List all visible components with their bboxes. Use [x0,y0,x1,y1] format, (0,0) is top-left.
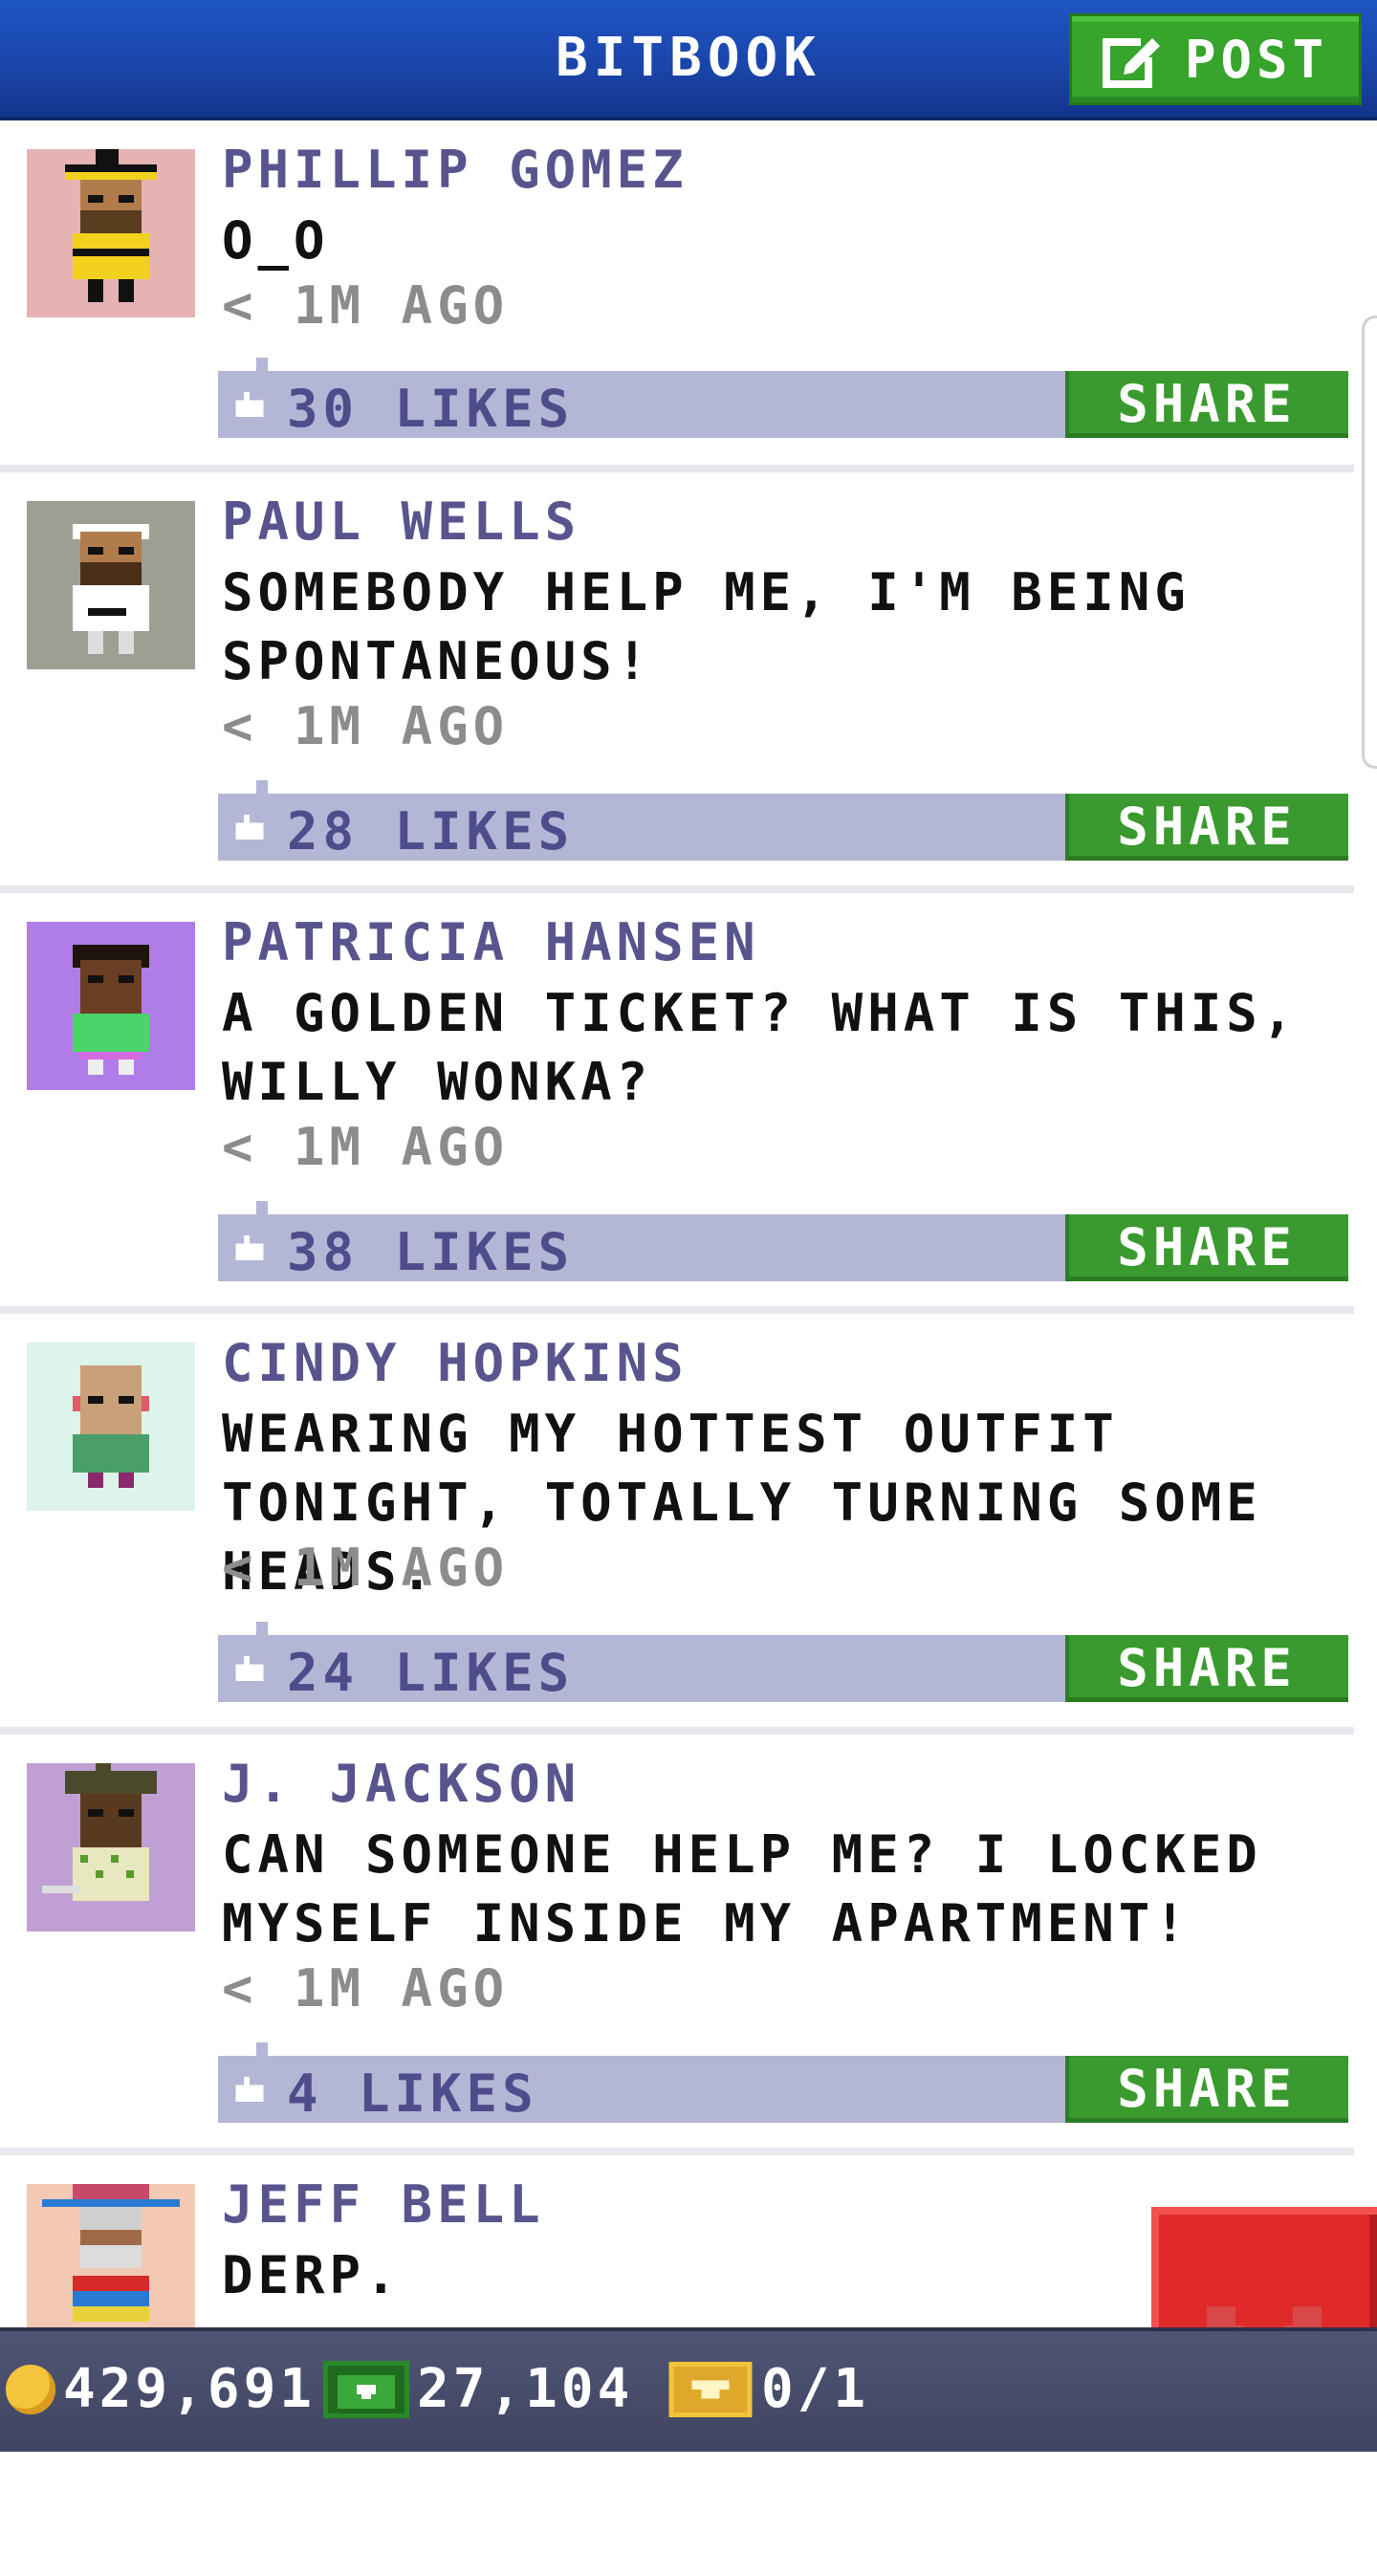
avatar[interactable] [27,1763,195,1932]
post-message: SOMEBODY HELP ME, I'M BEING SPONTANEOUS! [222,562,1191,691]
author-name[interactable]: CINDY HOPKINS [222,1333,688,1393]
coin-icon [6,2364,55,2414]
bux-value: 27,104 [417,2358,634,2420]
app-header: BITBOOK POST [0,0,1377,120]
currency-bar: 429,691 27,104 0/1 [0,2327,1377,2452]
post-message: A GOLDEN TICKET? WHAT IS THIS, WILLY WON… [222,983,1299,1112]
post-time: < 1M AGO [222,1538,510,1598]
post-button[interactable]: POST [1069,13,1362,105]
likes-bar[interactable]: 24 LIKES SHARE [218,1622,1348,1703]
likes-bar[interactable]: 4 LIKES SHARE [218,2042,1348,2124]
author-name[interactable]: JEFF BELL [222,2174,545,2235]
post-item: PAUL WELLS SOMEBODY HELP ME, I'M BEING S… [0,472,1377,893]
share-button[interactable]: SHARE [1065,371,1348,438]
post-item: PATRICIA HANSEN A GOLDEN TICKET? WHAT IS… [0,893,1377,1314]
post-message: CAN SOMEONE HELP ME? I LOCKED MYSELF INS… [222,1824,1262,1954]
post-time: < 1M AGO [222,275,510,336]
likes-count: 4 LIKES [287,2063,538,2124]
thumbs-up-icon [235,1235,264,1260]
author-name[interactable]: PATRICIA HANSEN [222,912,760,972]
post-time: < 1M AGO [222,1958,510,2019]
bux-icon [323,2360,409,2418]
avatar[interactable] [27,922,195,1090]
avatar[interactable] [27,501,195,669]
likes-count: 30 LIKES [287,379,575,439]
post-divider [0,1727,1354,1735]
post-divider [0,885,1354,893]
likes-count: 38 LIKES [287,1222,575,1282]
likes-bar[interactable]: 38 LIKES SHARE [218,1201,1348,1282]
avatar[interactable] [27,1343,195,1511]
author-name[interactable]: PHILLIP GOMEZ [222,140,688,200]
author-name[interactable]: PAUL WELLS [222,491,580,552]
coins-value: 429,691 [63,2358,317,2420]
share-button[interactable]: SHARE [1065,794,1348,861]
post-divider [0,1306,1354,1314]
thumbs-up-icon [235,392,264,417]
avatar[interactable] [27,149,195,317]
post-item: CINDY HOPKINS WEARING MY HOTTEST OUTFIT … [0,1314,1377,1735]
likes-count: 24 LIKES [287,1643,575,1703]
golden-ticket-icon [668,2361,753,2417]
likes-count: 28 LIKES [287,801,575,862]
share-button[interactable]: SHARE [1065,2056,1348,2123]
thumbs-up-icon [235,2077,264,2102]
coins-stat: 429,691 [6,2358,316,2420]
post-divider [0,2148,1354,2155]
post-item: J. JACKSON CAN SOMEONE HELP ME? I LOCKED… [0,1735,1377,2155]
bux-stat: 27,104 [323,2358,633,2420]
thumbs-up-icon [235,815,264,840]
post-divider [0,465,1354,472]
thumbs-up-icon [235,1656,264,1681]
share-button[interactable]: SHARE [1065,1635,1348,1702]
share-button[interactable]: SHARE [1065,1214,1348,1281]
post-time: < 1M AGO [222,1117,510,1177]
likes-bar[interactable]: 28 LIKES SHARE [218,780,1348,862]
likes-bar[interactable]: 30 LIKES SHARE [218,358,1348,439]
post-button-label: POST [1184,29,1329,90]
author-name[interactable]: J. JACKSON [222,1754,580,1814]
tickets-value: 0/1 [761,2358,870,2420]
edit-icon [1102,31,1164,88]
post-item: PHILLIP GOMEZ O_O < 1M AGO 30 LIKES SHAR… [0,120,1377,472]
post-message: O_O [222,210,330,271]
post-time: < 1M AGO [222,696,510,756]
tickets-stat: 0/1 [667,2358,869,2420]
